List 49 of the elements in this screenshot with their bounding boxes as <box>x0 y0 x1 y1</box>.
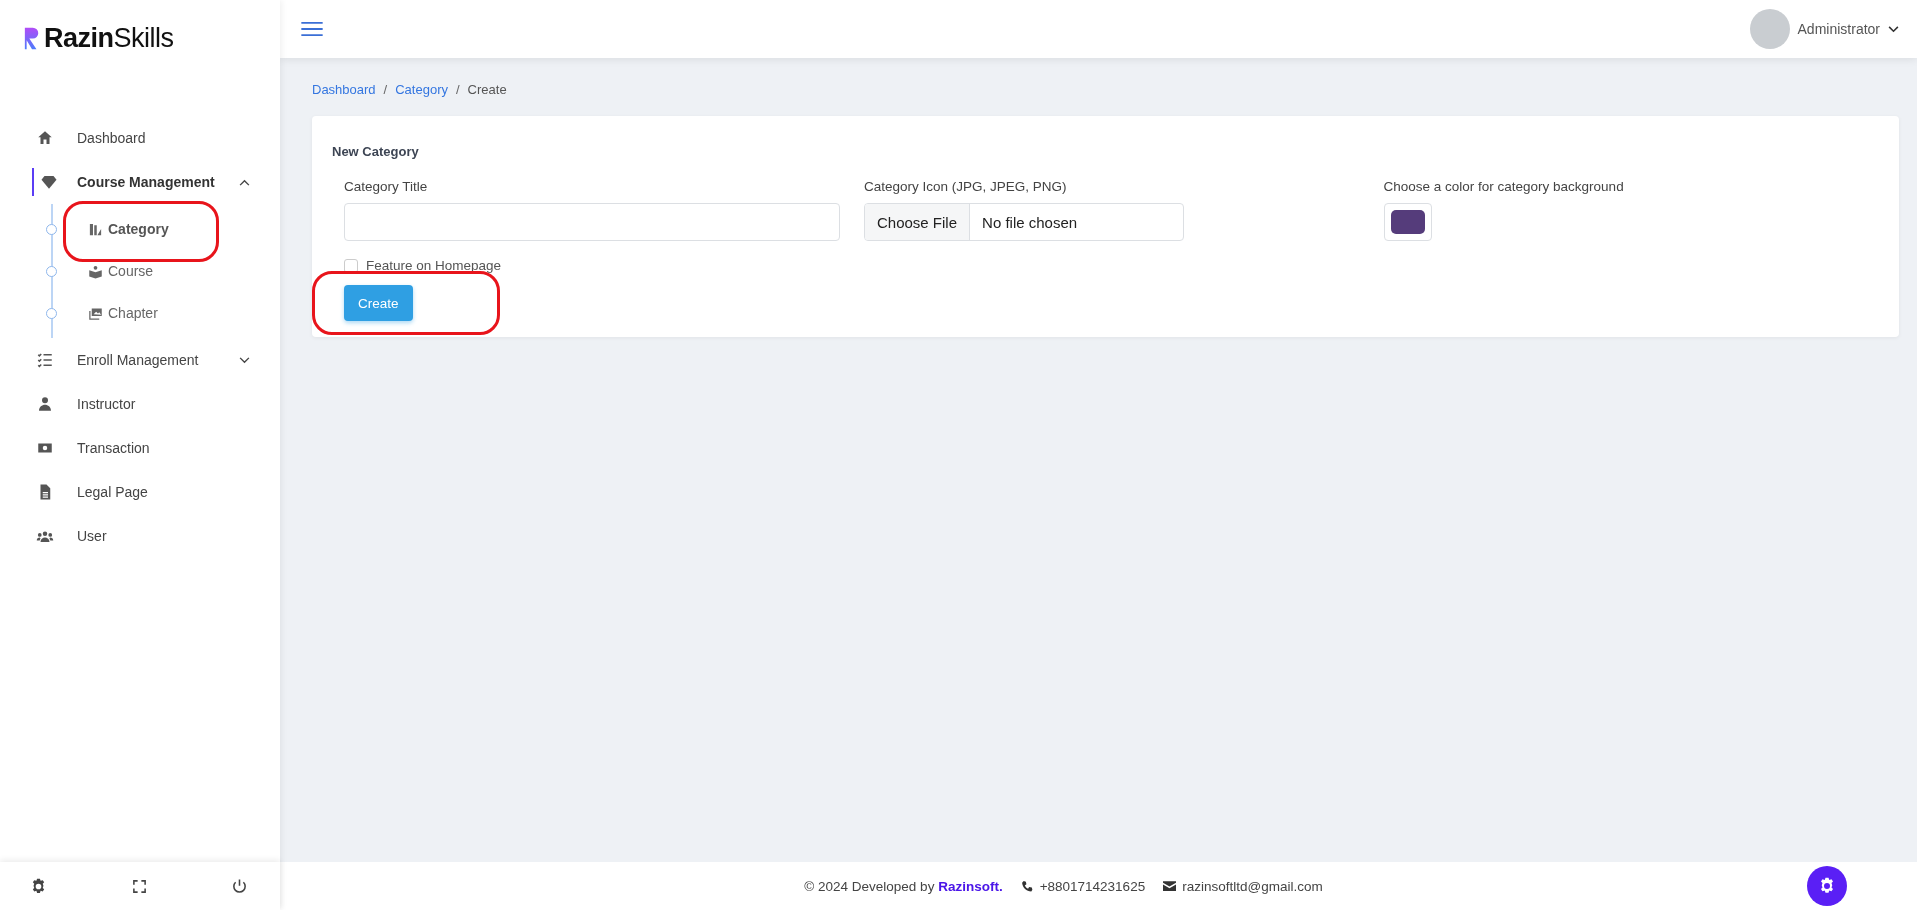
sidebar-item[interactable]: Transaction <box>0 426 280 470</box>
checklist-icon <box>36 351 54 369</box>
color-picker[interactable] <box>1383 203 1432 241</box>
user-menu[interactable]: Administrator <box>1749 9 1899 49</box>
checkbox[interactable] <box>344 258 358 273</box>
sidebar-subitem[interactable]: Course <box>46 250 154 292</box>
settings-icon[interactable] <box>30 877 47 895</box>
copyright-text: © 2024 Developed by Razinsoft. <box>804 878 1003 894</box>
sidebar-subitem[interactable]: Chapter <box>46 292 158 334</box>
phone-icon <box>1020 879 1034 893</box>
chevron-down-icon <box>1888 25 1899 33</box>
logo-icon <box>23 25 41 51</box>
sidebar-item[interactable]: Instructor <box>0 382 280 426</box>
breadcrumb-link[interactable]: Dashboard <box>312 82 376 97</box>
person-icon <box>36 395 54 413</box>
brand-logo[interactable]: RazinSkills <box>0 0 280 60</box>
card-title: New Category <box>332 144 420 159</box>
sidebar-item[interactable]: Enroll Management <box>0 338 280 382</box>
gear-icon <box>1818 877 1836 895</box>
sidebar-item[interactable]: Legal Page <box>0 470 280 514</box>
menu-icon[interactable] <box>300 21 324 37</box>
tree-node <box>46 224 57 235</box>
envelope-icon <box>1163 881 1177 891</box>
sidebar-item[interactable]: Course Management <box>0 160 280 204</box>
brand-name: RazinSkills <box>44 22 174 54</box>
breadcrumb-link[interactable]: Category <box>395 82 448 97</box>
sidebar-item[interactable]: User <box>0 514 280 558</box>
breadcrumb-separator: / <box>383 82 388 97</box>
sidebar-subitem[interactable]: Category <box>46 208 169 250</box>
breadcrumb-current: Create <box>467 82 507 97</box>
settings-button[interactable] <box>1807 866 1847 906</box>
file-input[interactable]: Choose File No file chosen <box>864 203 1184 241</box>
field-label: Category Icon (JPG, JPEG, PNG) <box>864 179 1067 194</box>
breadcrumb-separator: / <box>456 82 460 97</box>
home-icon <box>36 129 54 147</box>
diamond-icon <box>40 173 58 191</box>
field-label: Category Title <box>344 179 428 194</box>
email-address: razinsoftltd@gmail.com <box>1182 878 1323 894</box>
tree-node <box>46 308 57 319</box>
fullscreen-icon[interactable] <box>131 878 147 894</box>
checkbox-label: Feature on Homepage <box>366 258 502 273</box>
book-reader-icon <box>88 263 103 279</box>
power-icon[interactable] <box>231 877 248 895</box>
field-label: Choose a color for category background <box>1383 179 1624 194</box>
shapes-icon <box>88 221 103 237</box>
phone-number: +8801714231625 <box>1039 878 1146 894</box>
tree-node <box>46 266 57 277</box>
avatar <box>1749 9 1790 49</box>
sidebar-item[interactable]: Dashboard <box>0 116 280 160</box>
